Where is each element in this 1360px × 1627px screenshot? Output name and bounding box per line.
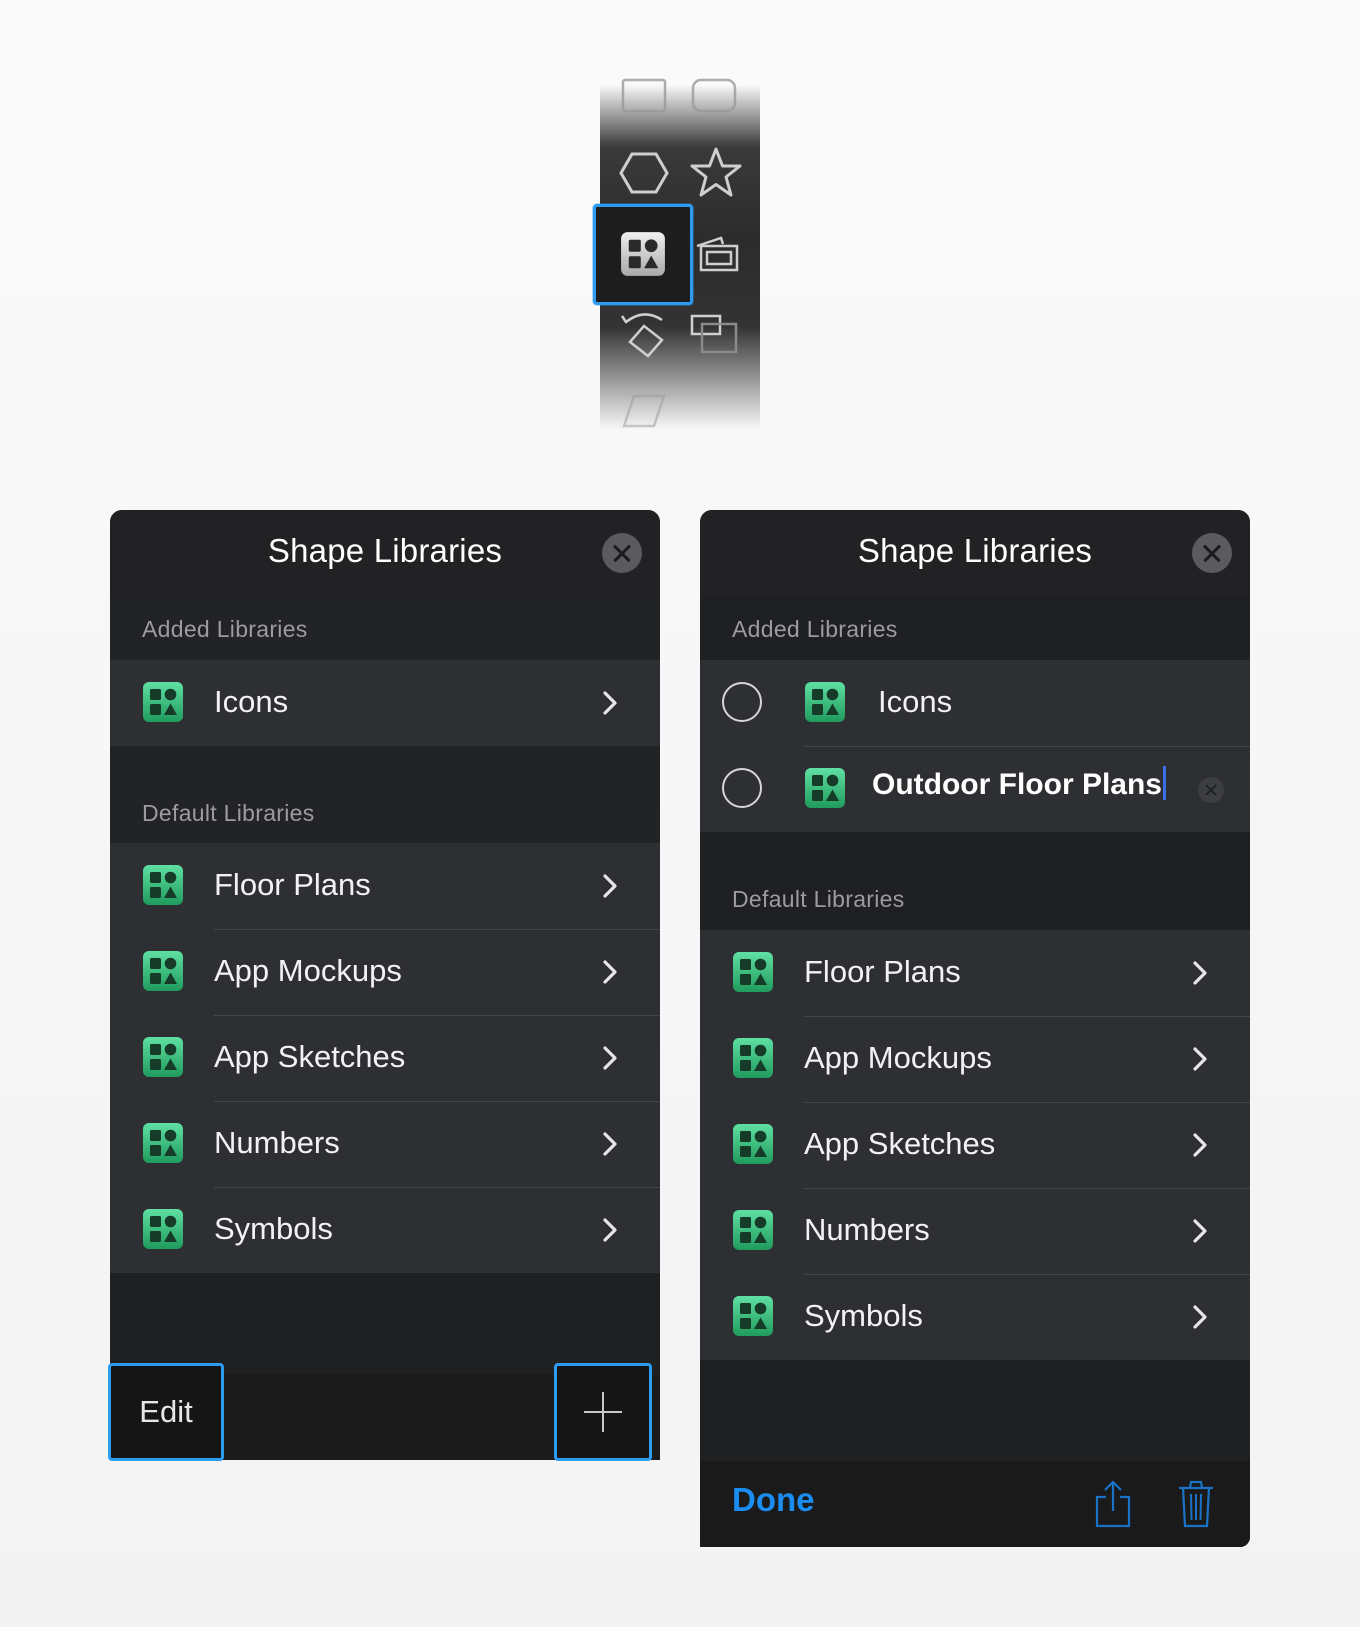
- chevron-right-icon: [602, 1045, 618, 1071]
- chevron-right-icon: [1192, 1132, 1208, 1158]
- list-item-editing[interactable]: Outdoor Floor Plans: [700, 746, 1250, 832]
- shape-library-icon: [620, 231, 666, 282]
- rounded-rectangle-icon[interactable]: [690, 78, 738, 114]
- trash-icon[interactable]: [1176, 1479, 1216, 1534]
- text-cursor: [1163, 766, 1166, 800]
- select-radio[interactable]: [722, 682, 762, 722]
- library-name-value: Outdoor Floor Plans: [872, 768, 1162, 801]
- shape-library-icon: [142, 950, 184, 992]
- panel-title: Shape Libraries: [267, 532, 503, 569]
- shape-library-icon: [142, 1036, 184, 1078]
- list-item-app-mockups[interactable]: App Mockups: [700, 1016, 1250, 1102]
- shape-libraries-panel-editing: Shape Libraries Added Libraries Icons Ou…: [700, 510, 1250, 1547]
- list-item-app-mockups[interactable]: App Mockups: [110, 929, 660, 1015]
- share-icon[interactable]: [1094, 1479, 1132, 1534]
- panel-header: Shape Libraries: [700, 510, 1250, 596]
- chevron-right-icon: [602, 959, 618, 985]
- list-item-label: Symbols: [214, 1211, 333, 1246]
- rectangle-icon[interactable]: [620, 78, 668, 114]
- shape-library-icon: [142, 1208, 184, 1250]
- close-button[interactable]: [602, 533, 642, 573]
- list-item-numbers[interactable]: Numbers: [110, 1101, 660, 1187]
- parallelogram-icon[interactable]: [620, 392, 668, 428]
- chevron-right-icon: [602, 1217, 618, 1243]
- section-header-added: Added Libraries: [732, 616, 898, 642]
- library-name-field[interactable]: Outdoor Floor Plans: [872, 766, 1166, 802]
- added-libraries-group: Icons: [110, 660, 660, 746]
- list-item-numbers[interactable]: Numbers: [700, 1188, 1250, 1274]
- list-item-floor-plans[interactable]: Floor Plans: [700, 930, 1250, 1016]
- list-item-label: App Sketches: [214, 1039, 406, 1074]
- list-item-label: Icons: [878, 684, 953, 719]
- hexagon-icon[interactable]: [618, 150, 670, 196]
- list-item-label: Numbers: [214, 1125, 340, 1160]
- panel-title: Shape Libraries: [857, 532, 1093, 569]
- list-item-label: Floor Plans: [804, 954, 961, 989]
- chevron-right-icon: [1192, 1218, 1208, 1244]
- shape-library-icon: [732, 1123, 774, 1165]
- list-item-symbols[interactable]: Symbols: [110, 1187, 660, 1273]
- chevron-right-icon: [602, 873, 618, 899]
- close-button[interactable]: [1192, 533, 1232, 573]
- list-item-symbols[interactable]: Symbols: [700, 1274, 1250, 1360]
- chevron-right-icon: [602, 1131, 618, 1157]
- default-libraries-group: Floor Plans App Mockups App Sketches Num…: [110, 843, 660, 1273]
- chevron-right-icon: [1192, 1304, 1208, 1330]
- section-header-default: Default Libraries: [732, 886, 905, 912]
- list-item-label: Symbols: [804, 1298, 923, 1333]
- list-item-label: App Mockups: [804, 1040, 992, 1075]
- shape-library-icon: [804, 767, 846, 809]
- select-radio[interactable]: [722, 768, 762, 808]
- list-item-label: Floor Plans: [214, 867, 371, 902]
- chevron-right-icon: [1192, 960, 1208, 986]
- shape-library-icon: [142, 864, 184, 906]
- list-item-app-sketches[interactable]: App Sketches: [700, 1102, 1250, 1188]
- shape-library-icon: [732, 1209, 774, 1251]
- list-item-label: App Mockups: [214, 953, 402, 988]
- shape-library-icon: [732, 1295, 774, 1337]
- default-libraries-group: Floor Plans App Mockups App Sketches Num…: [700, 930, 1250, 1360]
- shape-library-icon: [804, 681, 846, 723]
- list-item-label: Numbers: [804, 1212, 930, 1247]
- section-header-added: Added Libraries: [142, 616, 308, 642]
- list-item-floor-plans[interactable]: Floor Plans: [110, 843, 660, 929]
- clear-text-button[interactable]: [1198, 777, 1224, 803]
- shape-library-icon: [732, 1037, 774, 1079]
- section-header-default: Default Libraries: [142, 800, 315, 826]
- star-icon[interactable]: [688, 146, 744, 200]
- list-item-label: App Sketches: [804, 1126, 996, 1161]
- list-item-icons[interactable]: Icons: [110, 660, 660, 746]
- add-library-button[interactable]: [554, 1363, 652, 1461]
- list-item-app-sketches[interactable]: App Sketches: [110, 1015, 660, 1101]
- stacked-frames-icon[interactable]: [693, 232, 743, 276]
- arrange-icon[interactable]: [688, 312, 740, 356]
- shape-library-icon: [732, 951, 774, 993]
- shape-library-icon: [142, 1122, 184, 1164]
- shape-library-icon: [142, 681, 184, 723]
- list-item-label: Icons: [214, 684, 289, 719]
- edit-button[interactable]: Edit: [108, 1363, 224, 1461]
- chevron-right-icon: [602, 690, 618, 716]
- added-libraries-group: Icons Outdoor Floor Plans: [700, 660, 1250, 832]
- panel-header: Shape Libraries: [110, 510, 660, 596]
- chevron-right-icon: [1192, 1046, 1208, 1072]
- bottom-toolbar: Done: [700, 1461, 1250, 1547]
- shape-library-tool[interactable]: [593, 204, 693, 305]
- shape-libraries-panel: Shape Libraries Added Libraries Icons De…: [110, 510, 660, 1460]
- done-button[interactable]: Done: [732, 1481, 815, 1519]
- list-item-icons[interactable]: Icons: [700, 660, 1250, 746]
- rotate-shape-icon[interactable]: [618, 306, 672, 360]
